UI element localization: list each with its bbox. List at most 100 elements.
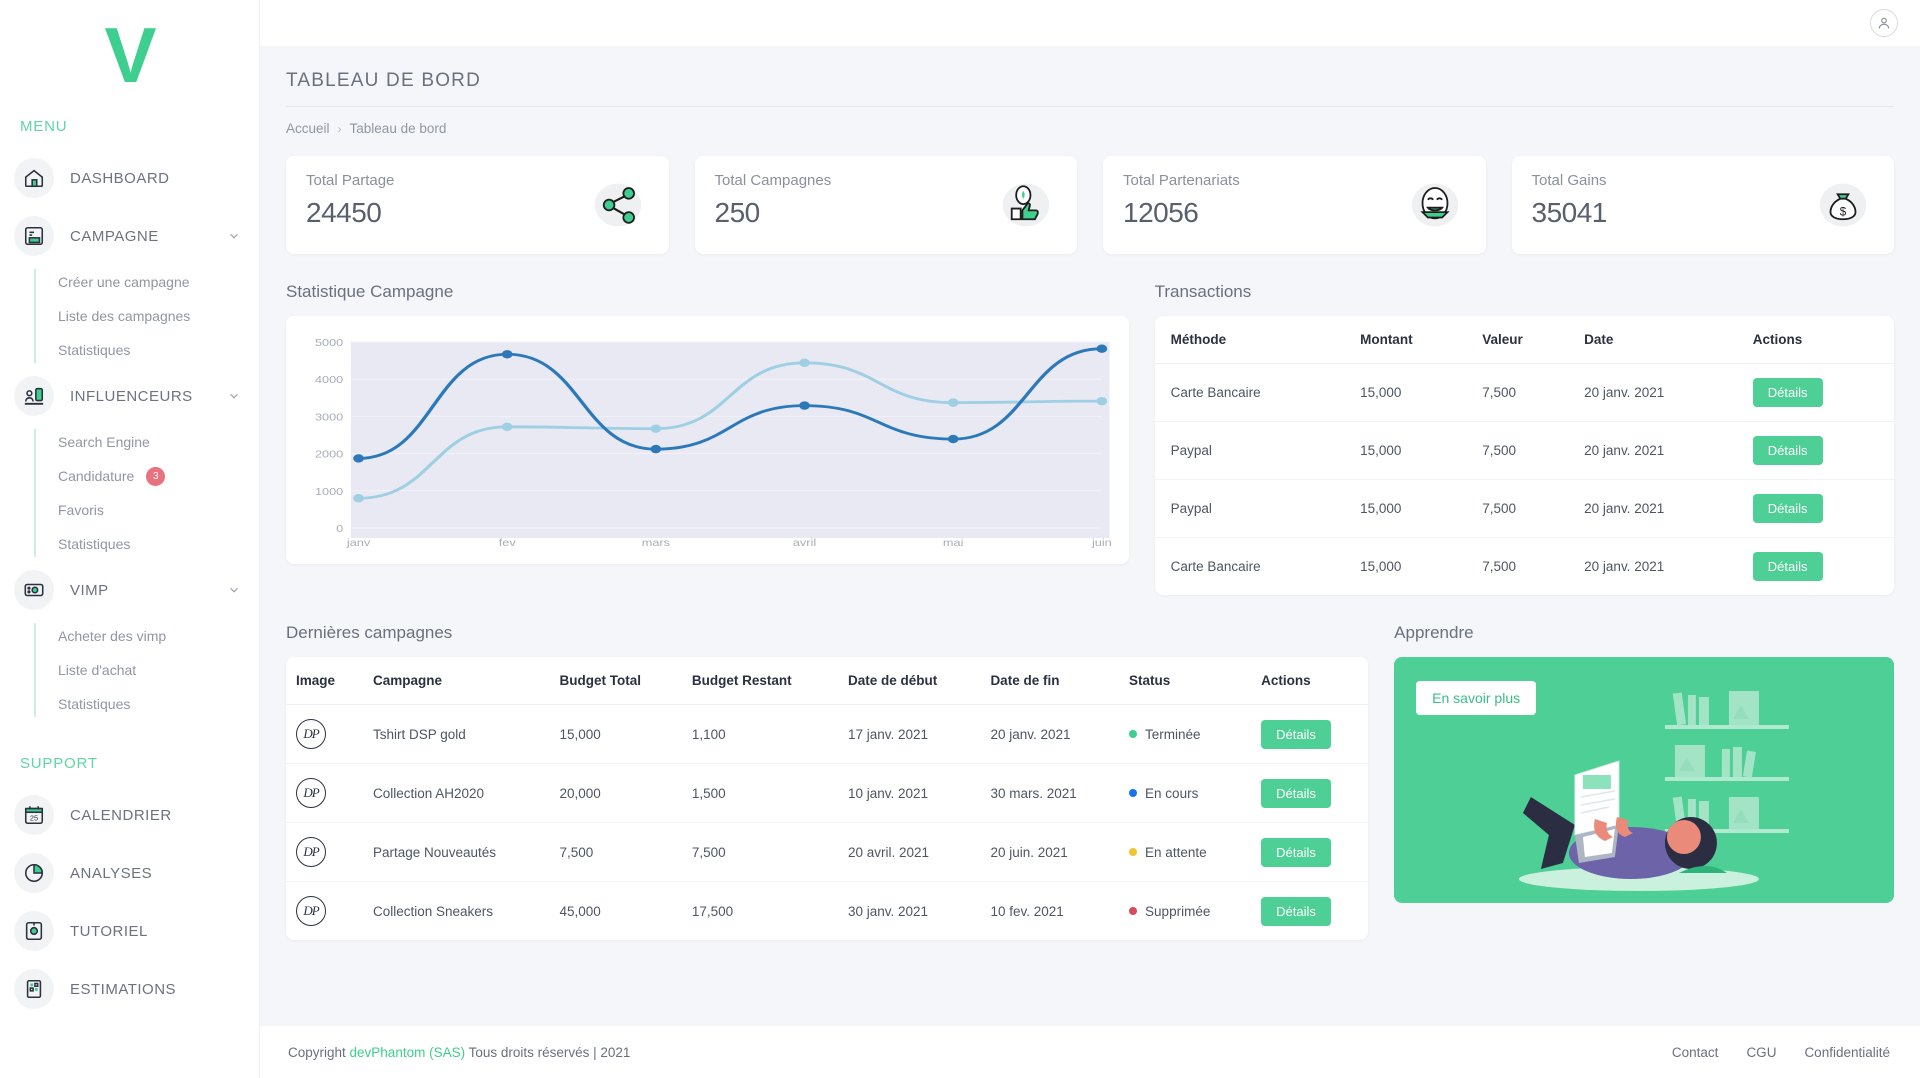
sidebar-item-dashboard[interactable]: DASHBOARD [0,149,259,207]
stat-card-label: Total Gains [1531,172,1607,189]
chart-data-point[interactable] [1096,396,1108,406]
campaign-logo-icon: DP [296,778,326,808]
tutorial-icon [14,911,54,951]
chart-y-tick-label: 0 [336,524,343,534]
user-avatar-icon[interactable] [1870,9,1898,37]
sidebar-item-tutoriel[interactable]: TUTORIEL [0,902,259,960]
campaigns-col-actions: Actions [1251,657,1369,705]
campaigns-panel: Image Campagne Budget Total Budget Restant D… [286,657,1369,941]
sidebar-item-influenceurs[interactable]: INFLUENCEURS [0,367,259,425]
stat-card-label: Total Partenariats [1123,172,1240,189]
chart-y-tick-label: 4000 [315,375,343,385]
campaign-details-button[interactable]: Détails [1261,896,1331,926]
chart-data-point[interactable] [650,444,662,454]
sidebar-item-dashboard-label: DASHBOARD [70,169,170,187]
footer-link-confidentialite[interactable]: Confidentialité [1804,1045,1890,1060]
transaction-actions: Détails [1742,421,1894,480]
sidebar-item-analyses[interactable]: ANALYSES [0,844,259,902]
sidebar-item-campagne[interactable]: CAMPAGNE [0,207,259,265]
campaign-date-debut: 20 avril. 2021 [837,822,981,882]
footer: Copyright devPhantom (SAS) Tous droits r… [260,1026,1920,1078]
sidebar-item-vimp[interactable]: VIMP [0,561,259,619]
campaigns-col-date-debut: Date de début [837,657,981,705]
sidebar-item-campagne-label: CAMPAGNE [70,227,159,245]
sidebar-item-estimations[interactable]: ESTIMATIONS [0,960,259,1018]
stat-card-total-partenariats: Total Partenariats 12056 [1103,156,1486,254]
chart-data-point[interactable] [947,434,959,444]
transactions-col-valeur: Valeur [1472,316,1575,364]
sidebar-section-menu-label: MENU [20,118,68,135]
submenu-influenceurs: Search Engine Candidature 3 Favoris Stat… [0,425,259,561]
chart-data-point[interactable] [799,401,810,410]
charts-and-transactions-row: Statistique Campagne 0 1000 2000 3000 4000 50… [286,254,1894,595]
handshake-icon [1404,176,1466,234]
table-row: Paypal 15,000 7,500 20 janv. 2021 Détails [1154,421,1894,480]
status-badge: Terminée [1129,727,1241,742]
transaction-details-button[interactable]: Détails [1752,494,1823,523]
campaign-image: DP [286,704,363,764]
sidebar-item-analyses-label: ANALYSES [70,864,153,882]
transaction-valeur: 7,500 [1472,421,1575,480]
learn-title: Apprendre [1394,623,1474,642]
sidebar-subitem-creer-campagne[interactable]: Créer une campagne [36,265,259,299]
sidebar-subitem-liste-campagnes[interactable]: Liste des campagnes [36,299,259,333]
campaign-logo-icon: DP [296,837,326,867]
campaigns-table-body: DP Tshirt DSP gold 15,000 1,100 17 janv. 202… [286,704,1369,941]
sidebar-subitem-statistiques-influenceurs[interactable]: Statistiques [36,527,259,561]
breadcrumb-item-accueil[interactable]: Accueil [286,121,330,136]
status-label: Terminée [1145,726,1201,742]
sidebar-subitem-candidature[interactable]: Candidature 3 [36,459,259,493]
transactions-header-row: Méthode Montant Valeur Date Actions [1154,316,1894,364]
main-area: TABLEAU DE BORD Accueil › Tableau de bor… [260,0,1920,1078]
breadcrumb-separator-icon: › [337,121,342,136]
calendar-icon: 25 [14,795,54,835]
sidebar-item-calendrier[interactable]: 25 CALENDRIER [0,786,259,844]
sidebar-subitem-search-engine[interactable]: Search Engine [36,425,259,459]
campaign-name: Collection Sneakers [372,903,494,919]
sidebar-subitem-favoris[interactable]: Favoris [36,493,259,527]
table-row: DP Tshirt DSP gold 15,000 1,100 17 janv. 202… [286,704,1369,764]
campaign-details-button[interactable]: Détails [1261,778,1331,808]
chevron-down-icon [230,393,238,399]
sidebar-subitem-statistiques-campagne[interactable]: Statistiques [36,333,259,367]
footer-link-contact[interactable]: Contact [1672,1045,1719,1060]
chart-data-point[interactable] [947,398,959,407]
chart-x-tick-label: mars [642,538,671,548]
chevron-down-icon [230,233,238,239]
footer-link-cgu[interactable]: CGU [1746,1045,1776,1060]
learn-column: Apprendre En savoir plus [1394,595,1894,903]
chart-data-point[interactable] [1096,344,1108,353]
table-row: DP Collection AH2020 20,000 1,500 10 janv. 2… [286,763,1369,823]
breadcrumb: Accueil › Tableau de bord [286,107,1894,156]
sidebar: V MENU DASHBOARD CAMPAGNE Créer une camp… [0,0,260,1078]
thumbs-up-icon [995,176,1057,234]
transaction-methode: Paypal [1154,421,1351,480]
chart-data-point[interactable] [650,424,662,433]
sidebar-subitem-label: Search Engine [58,434,150,450]
app-logo[interactable]: V [0,0,259,110]
learn-more-button[interactable]: En savoir plus [1416,681,1537,715]
transactions-table-body: Carte Bancaire 15,000 7,500 20 janv. 2021 Dé… [1154,363,1894,596]
chart-data-point[interactable] [353,494,364,503]
sidebar-subitem-acheter-vimp[interactable]: Acheter des vimp [36,619,259,653]
page-content: TABLEAU DE BORD Accueil › Tableau de bor… [260,46,1920,1026]
chart-data-point[interactable] [501,350,513,359]
sidebar-subitem-label: Liste d'achat [58,662,137,678]
sidebar-subitem-label: Favoris [58,502,104,518]
campaign-details-button[interactable]: Détails [1261,719,1331,749]
transaction-details-button[interactable]: Détails [1752,378,1823,407]
transaction-details-button[interactable]: Détails [1752,436,1823,465]
campaign-details-button[interactable]: Détails [1261,837,1331,867]
campaign-budget-restant: 1,500 [681,763,838,823]
campaign-status: En attente [1119,822,1252,882]
campaign-actions: Détails [1251,763,1369,823]
chart-data-point[interactable] [799,358,810,368]
chart-data-point[interactable] [353,454,364,463]
campaign-status: Terminée [1119,704,1252,764]
sidebar-subitem-statistiques-vimp[interactable]: Statistiques [36,687,259,721]
stat-card-value: 24450 [306,197,382,228]
sidebar-item-estimations-label: ESTIMATIONS [70,980,177,998]
sidebar-subitem-liste-achat[interactable]: Liste d'achat [36,653,259,687]
transaction-details-button[interactable]: Détails [1752,552,1823,581]
chart-data-point[interactable] [501,422,513,432]
